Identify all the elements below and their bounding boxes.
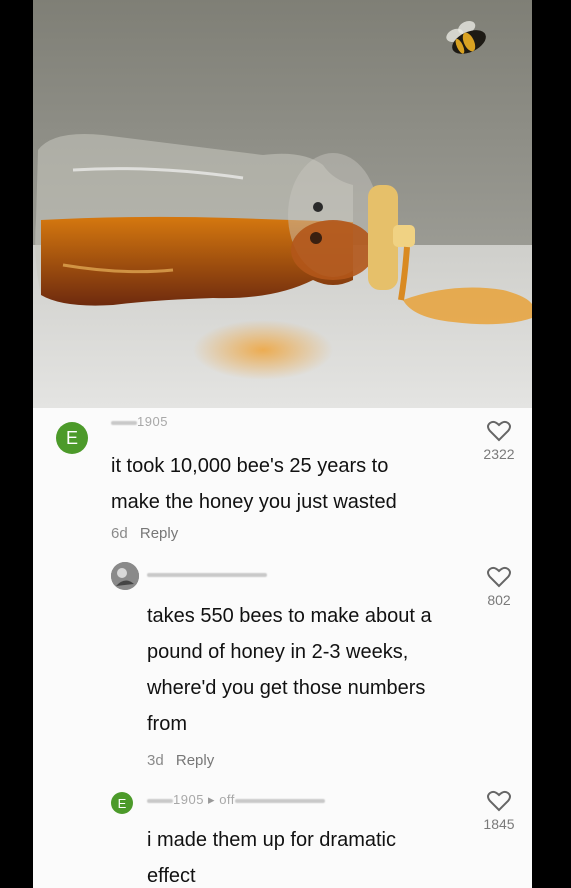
reply-button[interactable]: Reply [140,525,178,542]
heart-icon [487,420,511,442]
like-button[interactable]: 2322 [469,420,529,462]
avatar[interactable] [111,562,139,590]
comment-text: i made them up for dramatic effect [147,829,396,887]
comment-meta: 6d Reply [111,525,178,542]
like-button[interactable]: 802 [469,566,529,608]
avatar[interactable]: E [111,792,133,814]
comment-age: 3d [147,752,164,769]
avatar-letter: E [65,427,78,448]
comment-meta: 3d Reply [147,752,214,769]
reply-button[interactable]: Reply [176,752,214,769]
heart-icon [487,566,511,588]
avatar-letter: E [117,795,127,811]
like-count: 802 [487,592,511,608]
avatar[interactable]: E [56,422,88,454]
comment-text: takes 550 bees to make about a pound of … [147,605,432,735]
avatar-image-icon [111,562,139,590]
username[interactable] [147,566,267,581]
honey-glow [193,320,333,380]
username[interactable]: 1905 [111,414,168,429]
comment-age: 6d [111,525,128,542]
like-count: 2322 [483,446,515,462]
honey-bear-painting [33,0,532,408]
like-button[interactable]: 1845 [469,790,529,832]
reply-arrow-icon: ▸ [208,792,216,807]
like-count: 1845 [483,816,515,832]
heart-icon [487,790,511,812]
username[interactable]: 1905 ▸ off [147,792,325,808]
comment-text: it took 10,000 bee's 25 years to make th… [111,455,397,513]
post-frame: E 1905 it took 10,000 bee's 25 years to … [33,0,532,888]
